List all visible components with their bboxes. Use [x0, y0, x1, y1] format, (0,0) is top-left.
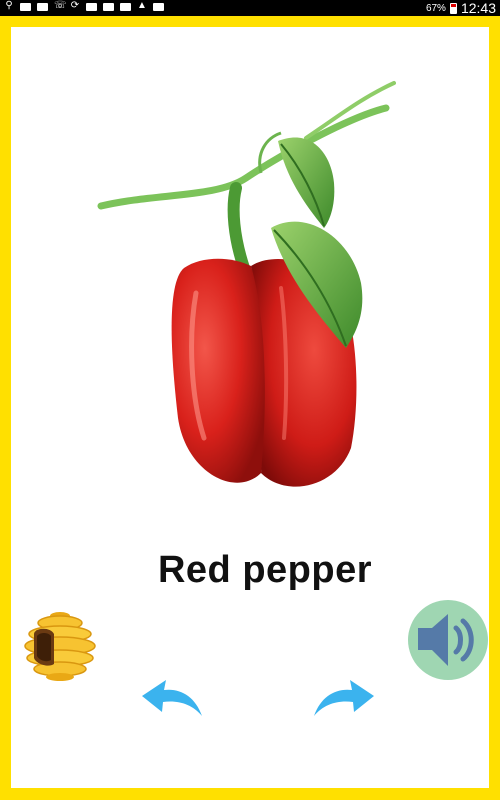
youtube-icon — [120, 3, 131, 11]
battery-percent: 67% — [425, 2, 446, 14]
beehive-icon[interactable] — [22, 608, 98, 684]
missed-call-icon: ☏ — [54, 0, 67, 11]
battery-icon — [449, 2, 457, 14]
notification-icons: ⚲ ☏ ⟳ ▲ — [4, 1, 164, 11]
speaker-icon — [418, 614, 474, 666]
sync-icon: ⟳ — [70, 0, 80, 11]
arrow-back-icon[interactable] — [140, 672, 206, 722]
clock: 12:43 — [460, 0, 496, 16]
arrow-forward-icon[interactable] — [310, 672, 376, 722]
flashcard-word: Red pepper — [157, 549, 373, 591]
sound-button[interactable] — [408, 600, 488, 680]
image-icon — [37, 3, 48, 11]
message-icon — [20, 3, 31, 11]
youtube-icon — [103, 3, 114, 11]
status-bar: ⚲ ☏ ⟳ ▲ 67% 12:43 — [0, 0, 500, 16]
red-pepper-image — [97, 81, 396, 487]
warning-icon: ▲ — [137, 0, 147, 11]
youtube-icon — [153, 3, 164, 11]
usb-icon: ⚲ — [5, 0, 13, 11]
download-icon — [86, 3, 97, 11]
